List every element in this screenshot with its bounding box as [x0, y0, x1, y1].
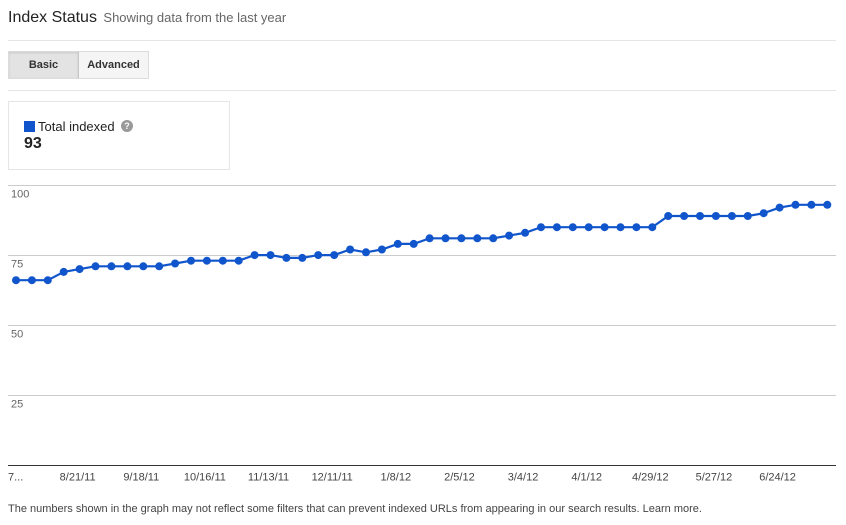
data-point[interactable]	[711, 212, 720, 220]
data-point[interactable]	[664, 212, 673, 220]
x-axis-labels: 7... 8/21/11 9/18/11 10/16/11 11/13/11 12/11/…	[8, 472, 796, 484]
total-indexed-value: 93	[24, 135, 42, 152]
y-axis-labels: 25 50 75 100	[11, 189, 29, 411]
grid-lines	[8, 185, 836, 466]
y-tick-label: 25	[11, 399, 23, 411]
y-tick-label: 100	[11, 189, 29, 201]
data-point[interactable]	[441, 234, 450, 243]
data-point[interactable]	[12, 276, 20, 285]
data-point[interactable]	[377, 245, 386, 254]
data-point[interactable]	[473, 234, 482, 243]
data-point[interactable]	[616, 223, 625, 232]
data-point[interactable]	[266, 251, 275, 260]
advanced-tab-button[interactable]: Advanced	[79, 51, 149, 79]
data-point[interactable]	[59, 267, 68, 276]
data-point[interactable]	[171, 259, 180, 268]
x-tick-label: 3/4/12	[508, 472, 539, 484]
series-color-swatch[interactable]	[24, 121, 35, 132]
data-point[interactable]	[187, 256, 195, 265]
view-toggle: Basic Advanced	[8, 51, 149, 79]
x-tick-label: 9/18/11	[123, 472, 159, 484]
data-point[interactable]	[91, 262, 100, 271]
footer-text: The numbers shown in the graph may not r…	[8, 503, 640, 515]
data-point[interactable]	[743, 212, 752, 220]
footer-note: The numbers shown in the graph may not r…	[8, 503, 702, 515]
data-point[interactable]	[202, 256, 211, 265]
x-tick-label: 6/24/12	[759, 472, 796, 484]
data-point[interactable]	[823, 200, 832, 209]
x-tick-label: 4/29/12	[632, 472, 669, 484]
index-status-chart: 25 50 75 100 7... 8/21/11 9/18/11 10/16/11 11/1…	[8, 185, 836, 484]
data-point[interactable]	[521, 228, 530, 237]
data-point[interactable]	[648, 223, 657, 232]
data-point[interactable]	[107, 262, 116, 271]
x-tick-label: 5/27/12	[696, 472, 733, 484]
data-point[interactable]	[330, 251, 339, 260]
data-point[interactable]	[505, 231, 514, 240]
legend-series-label: Total indexed	[38, 119, 115, 134]
learn-more-link[interactable]: Learn more.	[643, 503, 702, 515]
x-tick-label: 4/1/12	[571, 472, 602, 484]
toolbar-divider	[8, 90, 836, 91]
data-point[interactable]	[298, 253, 307, 262]
data-point[interactable]	[807, 200, 816, 209]
data-point[interactable]	[123, 262, 132, 271]
page-header: Index Status Showing data from the last …	[8, 9, 286, 27]
data-point[interactable]	[393, 239, 402, 248]
data-point[interactable]	[727, 212, 736, 220]
data-point[interactable]	[775, 203, 784, 212]
header-divider	[8, 40, 836, 41]
legend-box: Total indexed ? 93	[8, 101, 230, 170]
data-point[interactable]	[680, 212, 689, 220]
data-point[interactable]	[409, 239, 418, 248]
x-tick-label: 2/5/12	[444, 472, 475, 484]
data-point[interactable]	[791, 200, 800, 209]
data-point[interactable]	[155, 262, 164, 271]
x-tick-label: 12/11/11	[312, 472, 353, 484]
x-tick-label: 1/8/12	[380, 472, 411, 484]
data-point[interactable]	[632, 223, 641, 232]
data-point[interactable]	[43, 276, 52, 285]
data-point[interactable]	[568, 223, 577, 232]
data-point[interactable]	[584, 223, 593, 232]
data-point[interactable]	[759, 209, 768, 218]
x-tick-label: 11/13/11	[248, 472, 289, 484]
series-points	[12, 200, 832, 285]
x-tick-label: 8/21/11	[60, 472, 96, 484]
data-point[interactable]	[139, 262, 148, 271]
data-point[interactable]	[457, 234, 466, 243]
data-point[interactable]	[696, 212, 704, 220]
y-tick-label: 50	[11, 329, 23, 341]
data-point[interactable]	[362, 248, 370, 257]
data-point[interactable]	[346, 245, 355, 254]
y-tick-label: 75	[11, 259, 23, 271]
data-point[interactable]	[489, 234, 498, 243]
series-line-total-indexed	[16, 203, 828, 282]
x-tick-label: 10/16/11	[184, 472, 226, 484]
data-point[interactable]	[27, 276, 36, 285]
data-point[interactable]	[75, 265, 84, 274]
page-title: Index Status	[8, 9, 97, 26]
help-icon[interactable]: ?	[121, 120, 133, 132]
data-point[interactable]	[425, 234, 434, 243]
data-point[interactable]	[600, 223, 609, 232]
data-point[interactable]	[537, 223, 545, 232]
data-point[interactable]	[314, 251, 323, 260]
data-point[interactable]	[282, 253, 291, 262]
page-subtitle: Showing data from the last year	[103, 10, 287, 25]
data-point[interactable]	[234, 256, 243, 265]
data-point[interactable]	[552, 223, 561, 232]
data-point[interactable]	[250, 251, 259, 260]
x-tick-label: 7...	[8, 472, 23, 484]
data-point[interactable]	[218, 256, 227, 265]
basic-tab-button[interactable]: Basic	[8, 51, 79, 79]
